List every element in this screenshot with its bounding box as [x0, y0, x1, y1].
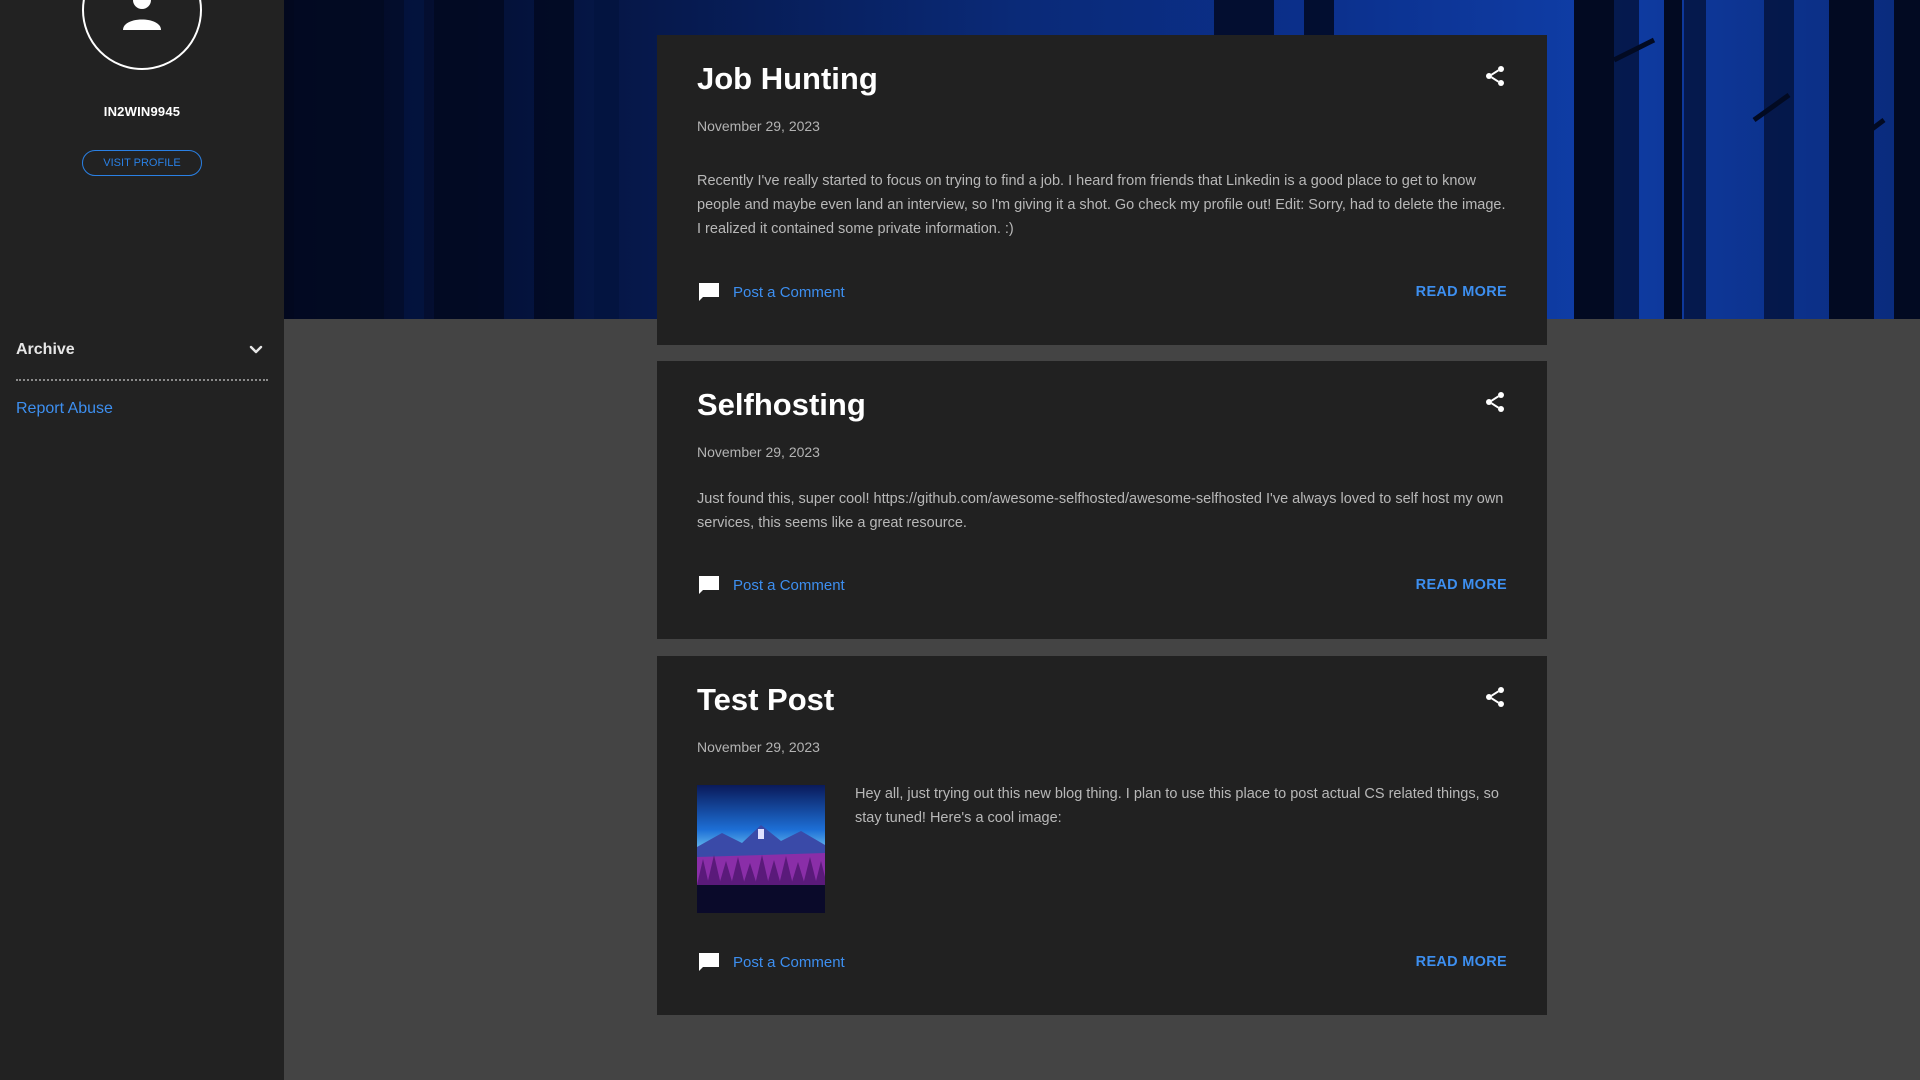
post-card: Job Hunting November 29, 2023 Recently I…	[657, 35, 1547, 345]
post-title[interactable]: Selfhosting	[697, 387, 866, 423]
post-snippet: Hey all, just trying out this new blog t…	[855, 786, 1499, 826]
post-title[interactable]: Test Post	[697, 682, 834, 718]
post-comment-link[interactable]: Post a Comment	[697, 280, 845, 304]
sidebar: IN2WIN9945 VISIT PROFILE Archive Report …	[0, 0, 284, 1080]
post-comment-link[interactable]: Post a Comment	[697, 950, 845, 974]
avatar[interactable]	[82, 0, 202, 70]
read-more-link[interactable]: READ MORE	[1416, 284, 1507, 300]
landscape-image	[697, 785, 825, 913]
read-more-link[interactable]: READ MORE	[1416, 577, 1507, 593]
share-icon[interactable]	[1483, 685, 1507, 709]
comment-icon	[699, 953, 719, 971]
post-comment-label: Post a Comment	[733, 283, 845, 301]
chevron-down-icon	[249, 345, 263, 354]
visit-profile-button[interactable]: VISIT PROFILE	[82, 150, 202, 176]
read-more-link[interactable]: READ MORE	[1416, 954, 1507, 970]
share-icon[interactable]	[1483, 64, 1507, 88]
post-card: Test Post November 29, 2023 Hey all, jus…	[657, 656, 1547, 1015]
post-title[interactable]: Job Hunting	[697, 61, 878, 97]
profile-name: IN2WIN9945	[103, 104, 181, 119]
post-snippet: Recently I've really started to focus on…	[697, 173, 1506, 237]
share-icon[interactable]	[1483, 390, 1507, 414]
post-snippet: Just found this, super cool! https://git…	[697, 491, 1504, 531]
report-abuse-link[interactable]: Report Abuse	[16, 400, 113, 418]
person-icon	[123, 0, 161, 30]
post-card: Selfhosting November 29, 2023 Just found…	[657, 361, 1547, 639]
post-thumbnail[interactable]	[697, 785, 825, 913]
post-comment-label: Post a Comment	[733, 576, 845, 594]
post-date: November 29, 2023	[697, 739, 820, 755]
comment-icon	[699, 576, 719, 594]
archive-toggle[interactable]: Archive	[16, 337, 268, 381]
post-date: November 29, 2023	[697, 444, 820, 460]
post-comment-label: Post a Comment	[733, 953, 845, 971]
post-date: November 29, 2023	[697, 118, 820, 134]
comment-icon	[699, 283, 719, 301]
archive-label: Archive	[16, 341, 75, 358]
post-comment-link[interactable]: Post a Comment	[697, 573, 845, 597]
